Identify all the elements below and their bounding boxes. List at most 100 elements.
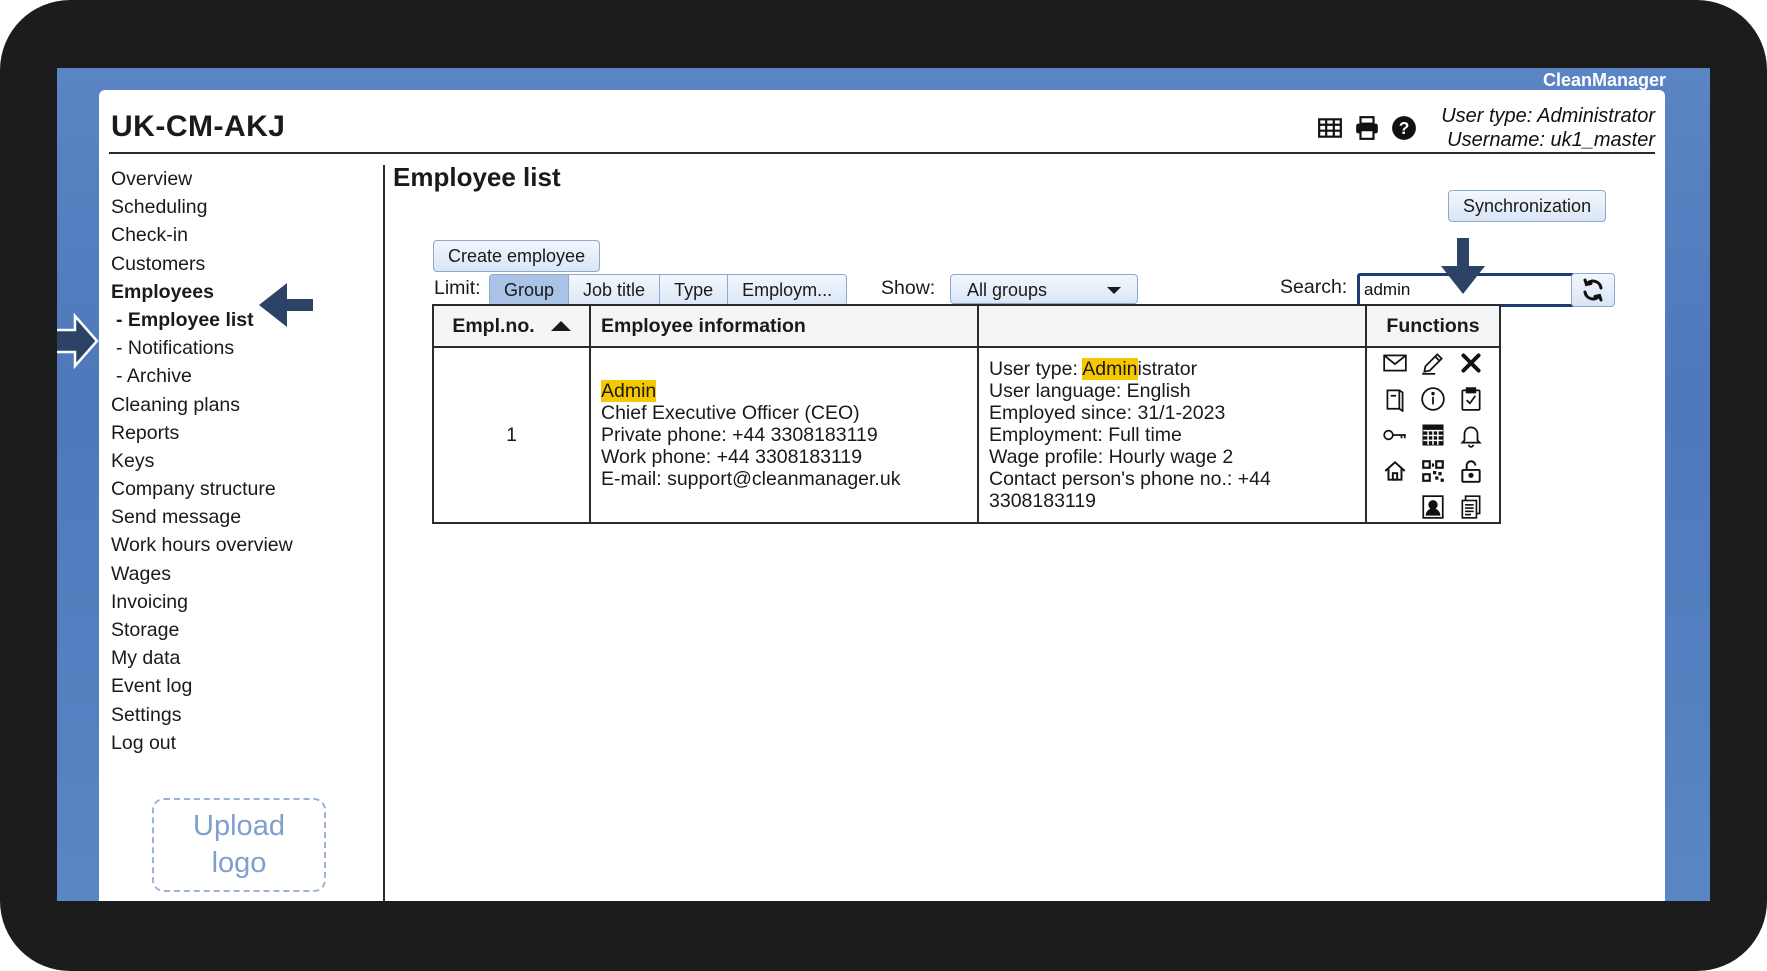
sidebar-item-invoicing[interactable]: Invoicing [111,588,351,616]
employee-email: E-mail: support@cleanmanager.uk [601,468,901,490]
show-label: Show: [881,277,936,299]
search-label: Search: [1280,276,1348,298]
documents-icon[interactable] [1453,492,1489,522]
upload-logo-button[interactable]: Upload logo [152,798,326,892]
employee-job-title: Chief Executive Officer (CEO) [601,402,860,424]
sidebar-item-scheduling[interactable]: Scheduling [111,193,351,221]
limit-option-type[interactable]: Type [660,275,729,305]
search-match-highlight: Admin [1082,358,1138,380]
refresh-icon [1583,278,1603,302]
user-type-rest: istrator [1137,358,1198,380]
empl-no-cell: 1 [432,346,591,524]
arrow-down-icon [1441,238,1485,294]
sidebar-item-send-message[interactable]: Send message [111,503,351,531]
qr-code-icon[interactable] [1415,456,1451,486]
sidebar-item-work-hours-overview[interactable]: Work hours overview [111,531,351,559]
employee-details-cell: User type: Administrator User language: … [977,346,1367,524]
sidebar-nav: Overview Scheduling Check-in Customers E… [111,165,351,757]
employee-info-cell: Admin Chief Executive Officer (CEO) Priv… [589,346,979,524]
edit-icon[interactable] [1415,348,1451,378]
sidebar-item-archive[interactable]: - Archive [111,362,351,390]
sidebar-item-customers[interactable]: Customers [111,250,351,278]
limit-option-job-title[interactable]: Job title [569,275,661,305]
sidebar-item-my-data[interactable]: My data [111,644,351,672]
arrow-right-icon [57,313,99,369]
sidebar-item-check-in[interactable]: Check-in [111,221,351,249]
chevron-down-icon [1107,287,1121,294]
bell-icon[interactable] [1453,420,1489,450]
calendar-icon[interactable] [1415,420,1451,450]
key-icon[interactable] [1377,420,1413,450]
brand-name: CleanManager [1542,70,1666,90]
show-group-select[interactable]: All groups [950,274,1138,304]
show-select-value: All groups [967,280,1048,300]
sort-ascending-icon [550,321,571,332]
sidebar-item-settings[interactable]: Settings [111,701,351,729]
column-header-employee-information: Employee information [589,304,979,348]
employee-wage-profile: Wage profile: Hourly wage 2 [989,446,1234,468]
sidebar-divider [383,165,385,901]
empty-slot [1377,492,1413,522]
mail-icon[interactable] [1377,348,1413,378]
sidebar-item-cleaning-plans[interactable]: Cleaning plans [111,391,351,419]
id-card-icon[interactable] [1415,492,1451,522]
upload-logo-label: Upload logo [193,810,285,879]
synchronization-button[interactable]: Synchronization [1448,190,1607,222]
column-header-empl-no[interactable]: Empl.no. [432,304,591,348]
user-type-label: User type: Administrator [1441,105,1655,127]
sidebar-item-reports[interactable]: Reports [111,419,351,447]
employee-user-type: User type: Administrator [989,358,1355,380]
sidebar-item-event-log[interactable]: Event log [111,672,351,700]
delete-icon[interactable] [1453,348,1489,378]
app-window: UK-CM-AKJ ? User type: Administrator Use… [99,90,1665,901]
column-header-functions: Functions [1365,304,1501,348]
refresh-button[interactable] [1571,273,1615,307]
clipboard-check-icon[interactable] [1453,384,1489,414]
employee-work-phone: Work phone: +44 3308183119 [601,446,863,468]
sidebar-item-keys[interactable]: Keys [111,447,351,475]
employee-table: Empl.no. Employee information Functions … [432,304,1501,524]
site-title: UK-CM-AKJ [111,110,286,143]
sidebar-item-log-out[interactable]: Log out [111,729,351,757]
sidebar-item-employee-list[interactable]: - Employee list [111,306,351,334]
sidebar-item-company-structure[interactable]: Company structure [111,475,351,503]
employee-employed-since: Employed since: 31/1-2023 [989,402,1226,424]
table-icon[interactable] [1317,115,1343,141]
username-label: Username: uk1_master [1447,129,1655,151]
function-icons [1377,348,1489,522]
limit-option-employment[interactable]: Employm... [728,275,847,305]
sidebar-item-notifications[interactable]: - Notifications [111,334,351,362]
unlock-icon[interactable] [1453,456,1489,486]
arrow-left-icon [259,283,313,327]
printer-icon[interactable] [1354,115,1380,141]
page-title: Employee list [393,162,561,192]
sidebar-item-employees[interactable]: Employees [111,278,351,306]
screen: CleanManager UK-CM-AKJ ? User type: Admi… [57,68,1710,901]
user-type-prefix: User type: [989,358,1083,380]
help-icon[interactable]: ? [1391,115,1417,141]
employee-user-language: User language: English [989,380,1191,402]
user-info: User type: Administrator Username: uk1_m… [1441,104,1655,152]
functions-cell [1365,346,1501,524]
empl-no-header-label: Empl.no. [452,314,535,337]
header-divider [109,152,1655,154]
header-tools: ? [1317,115,1417,141]
limit-option-group[interactable]: Group [490,275,570,305]
create-employee-button[interactable]: Create employee [433,240,601,272]
employee-name[interactable]: Admin [601,380,657,402]
limit-filter-group: Group Job title Type Employm... [489,274,848,306]
sidebar-item-wages[interactable]: Wages [111,560,351,588]
column-header-extra [977,304,1367,348]
table-row: 1 Admin Chief Executive Officer (CEO) Pr… [432,346,1501,524]
sidebar-item-storage[interactable]: Storage [111,616,351,644]
table-header-row: Empl.no. Employee information Functions [432,304,1501,348]
book-icon[interactable] [1377,384,1413,414]
employee-employment: Employment: Full time [989,424,1182,446]
info-icon[interactable] [1415,384,1451,414]
limit-label: Limit: [434,277,481,299]
device-frame: CleanManager UK-CM-AKJ ? User type: Admi… [0,0,1767,971]
employee-contact-phone: Contact person's phone no.: +44 33081831… [989,468,1271,512]
svg-text:?: ? [1399,118,1410,138]
sidebar-item-overview[interactable]: Overview [111,165,351,193]
home-icon[interactable] [1377,456,1413,486]
